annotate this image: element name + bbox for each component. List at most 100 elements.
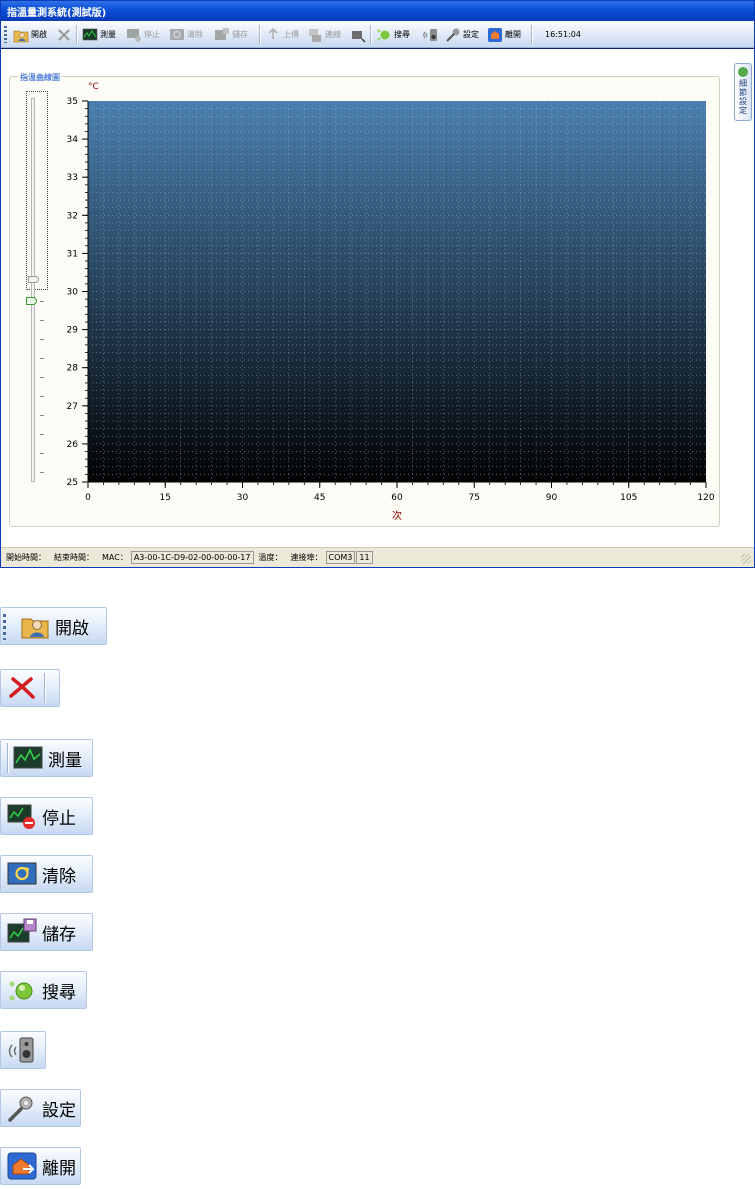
- connect-button[interactable]: 連線: [307, 24, 341, 45]
- side-tab-label: 細節設定: [738, 79, 748, 115]
- legend-settings-button[interactable]: 設定: [0, 1089, 81, 1127]
- device-button[interactable]: [350, 24, 366, 45]
- legend-measure-label: 測量: [48, 750, 82, 771]
- legend-measure-button[interactable]: 測量: [0, 739, 93, 777]
- legend-clear-button[interactable]: 清除: [0, 855, 93, 893]
- y-tick-label: 33: [67, 173, 78, 183]
- search-button[interactable]: 搜尋: [376, 24, 410, 45]
- exit-icon: [488, 27, 502, 42]
- app-window: 指溫量測系統(測試版) 開啟 測量 停止 清除 儲存 上傳 連線 搜尋 設定 離…: [0, 0, 755, 568]
- upload-icon: [268, 27, 278, 39]
- wrench-gear-icon: [446, 28, 460, 42]
- x-tick-label: 0: [85, 493, 91, 503]
- range-slider-track[interactable]: [31, 98, 35, 482]
- end-time-label: 結束時間：: [54, 553, 94, 562]
- red-x-icon: [58, 28, 70, 41]
- toolbar-separator: [370, 25, 371, 44]
- upload-button[interactable]: 上傳: [265, 24, 299, 45]
- save-label: 儲存: [232, 30, 248, 39]
- legend-exit-button[interactable]: 離開: [0, 1147, 81, 1185]
- detail-settings-tab[interactable]: 細節設定: [734, 63, 752, 121]
- slider-lower-thumb[interactable]: [26, 297, 37, 305]
- legend-save-button[interactable]: 儲存: [0, 913, 93, 951]
- port-label: 連接埠：: [290, 553, 323, 562]
- legend-exit-label: 離開: [42, 1158, 76, 1179]
- y-tick-label: 26: [67, 440, 79, 450]
- open-label: 開啟: [31, 30, 47, 39]
- clock: 16:51:04: [545, 30, 581, 39]
- toolbar-separator: [76, 25, 77, 44]
- window-title: 指溫量測系統(測試版): [7, 8, 107, 19]
- port-number: 11: [356, 551, 373, 564]
- status-bar: 開始時間： 結束時間： MAC： A3-00-1C-D9-02-00-00-00…: [1, 547, 754, 567]
- legend-open-button[interactable]: 開啟: [0, 607, 107, 645]
- legend-open-label: 開啟: [55, 618, 89, 639]
- monitor-chart-icon: [13, 746, 43, 769]
- slider-focus-rect: [26, 91, 48, 290]
- speaker-icon: [423, 28, 437, 41]
- toolbar-grip[interactable]: [4, 26, 7, 43]
- toolbar-separator: [259, 25, 260, 44]
- y-axis-label: °C: [88, 82, 99, 92]
- y-tick-label: 25: [67, 478, 78, 488]
- groupbox-title: 指溫曲線圖: [18, 72, 62, 83]
- toolbar: 開啟 測量 停止 清除 儲存 上傳 連線 搜尋 設定 離開: [1, 21, 754, 48]
- toolbar-separator: [44, 673, 45, 703]
- legend-clear-label: 清除: [42, 866, 76, 887]
- legend-speaker-button[interactable]: [0, 1031, 46, 1069]
- start-time-label: 開始時間：: [6, 553, 46, 562]
- connect-label: 連線: [325, 30, 341, 39]
- stop-button[interactable]: 停止: [126, 24, 160, 45]
- wrench-gear-icon: [8, 1096, 33, 1122]
- upload-label: 上傳: [283, 30, 299, 39]
- x-tick-label: 15: [160, 493, 171, 503]
- exit-button[interactable]: 離開: [487, 24, 521, 45]
- legend-stop-label: 停止: [42, 808, 76, 829]
- monitor-stop-icon: [7, 804, 35, 829]
- folder-user-icon: [21, 618, 49, 639]
- settings-label: 設定: [463, 30, 479, 39]
- y-tick-label: 34: [67, 135, 79, 145]
- red-x-icon: [9, 677, 35, 699]
- folder-user-icon: [13, 30, 29, 42]
- monitor-save-icon: [215, 27, 229, 40]
- monitor-clear-icon: [7, 862, 37, 885]
- y-tick-label: 32: [67, 211, 78, 221]
- toolbar-separator: [7, 743, 8, 773]
- stop-label: 停止: [144, 30, 160, 39]
- title-bar[interactable]: 指溫量測系統(測試版): [1, 1, 754, 21]
- monitor-clear-icon: [170, 28, 184, 40]
- open-button[interactable]: 開啟: [13, 24, 47, 45]
- legend-delete-button[interactable]: [0, 669, 60, 707]
- search-label: 搜尋: [394, 30, 410, 39]
- delete-button[interactable]: [56, 24, 72, 45]
- x-tick-label: 120: [697, 493, 714, 503]
- size-grip[interactable]: [741, 554, 751, 564]
- legend-search-button[interactable]: 搜尋: [0, 971, 87, 1009]
- monitor-chart-icon: [82, 28, 98, 40]
- temperature-chart: 0 15 30 45 60 75 90 105 120 25 26 27 28 29 30 31 32 33 34 3…: [67, 82, 715, 522]
- y-tick-label: 27: [67, 402, 78, 412]
- monitor-save-icon: [7, 918, 37, 943]
- mac-value: A3-00-1C-D9-02-00-00-00-17: [130, 551, 254, 564]
- slider-ticks: [40, 301, 44, 485]
- x-tick-label: 90: [546, 493, 558, 503]
- exit-icon: [7, 1152, 37, 1180]
- slider-upper-thumb[interactable]: [28, 276, 39, 283]
- search-device-icon: [377, 29, 390, 40]
- speaker-button[interactable]: [423, 24, 439, 45]
- measure-button[interactable]: 測量: [82, 24, 116, 45]
- settings-tab-icon: [738, 67, 748, 77]
- search-device-icon: [9, 981, 33, 1001]
- x-tick-label: 60: [391, 493, 403, 503]
- x-tick-label: 45: [314, 493, 325, 503]
- save-button[interactable]: 儲存: [214, 24, 248, 45]
- legend-stop-button[interactable]: 停止: [0, 797, 93, 835]
- measure-label: 測量: [100, 30, 116, 39]
- x-tick-label: 75: [469, 493, 480, 503]
- clear-button[interactable]: 清除: [169, 24, 203, 45]
- settings-button[interactable]: 設定: [445, 24, 479, 45]
- exit-label: 離開: [505, 30, 521, 39]
- y-tick-label: 31: [67, 249, 78, 259]
- x-axis-label: 次: [392, 509, 402, 522]
